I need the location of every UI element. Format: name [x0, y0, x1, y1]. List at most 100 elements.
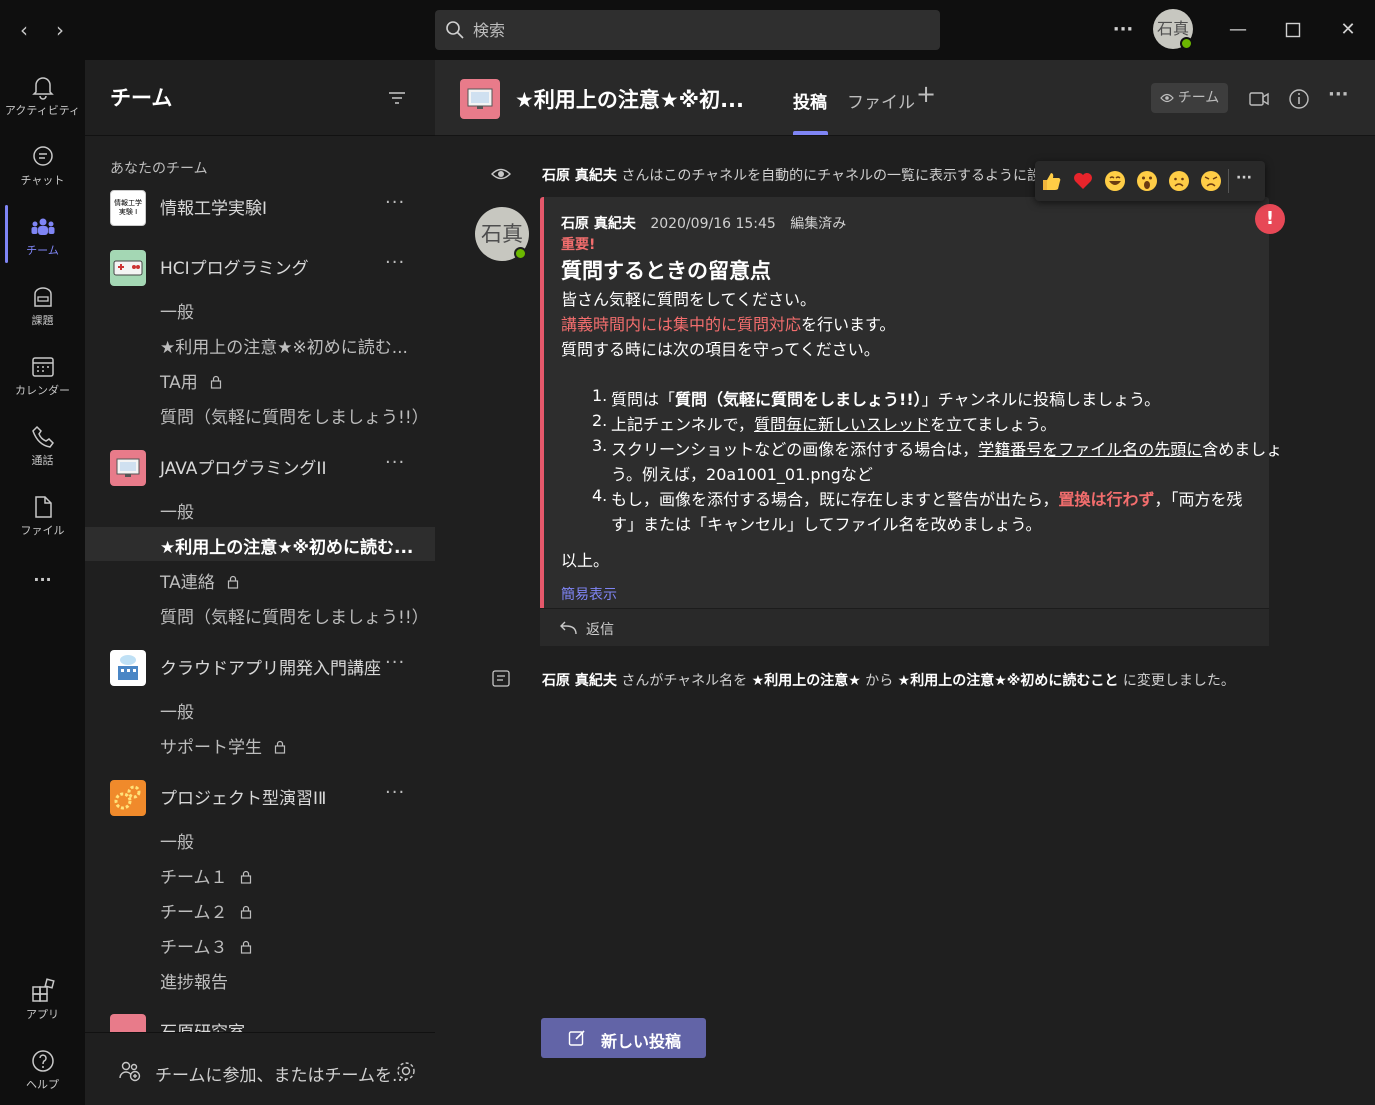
- list-item: スクリーンショットなどの画像を添付する場合は，学籍番号をファイル名の先頭に含めま…: [611, 436, 1282, 460]
- team-more-options-button[interactable]: ···: [385, 252, 405, 273]
- channel-item[interactable]: 一般: [85, 822, 435, 856]
- meet-video-icon[interactable]: [1248, 88, 1270, 110]
- gear-icon[interactable]: [395, 1060, 417, 1082]
- rail-item-help[interactable]: ヘルプ: [0, 1040, 85, 1105]
- message-card[interactable]: 石原 真紀夫 2020/09/16 15:45 編集済み 重要! 質問するときの…: [540, 197, 1282, 608]
- search-input[interactable]: [473, 10, 923, 50]
- rail-item-files[interactable]: ファイル: [0, 486, 85, 552]
- tab-files[interactable]: ファイル: [847, 88, 915, 113]
- system-message-text: から: [860, 673, 898, 689]
- channel-item-selected[interactable]: ★利用上の注意★※初めに読む...: [85, 527, 435, 561]
- main-pane: ★利用上の注意★※初... 投稿 ファイル + チーム ··· 石原 真紀夫 さ…: [435, 60, 1375, 1105]
- team-name: 石原研究室: [160, 1018, 245, 1032]
- channel-team-thumbnail: [460, 79, 500, 119]
- laugh-reaction-icon[interactable]: [1104, 170, 1126, 192]
- underlined-text: 質問毎に新しいスレッド: [754, 415, 931, 434]
- important-badge-icon: !: [1255, 204, 1285, 234]
- channel-item[interactable]: チーム２: [85, 892, 435, 926]
- team-visibility-chip[interactable]: チーム: [1151, 83, 1228, 113]
- search-icon: [446, 21, 464, 39]
- channel-item[interactable]: TA用: [85, 362, 435, 396]
- channel-name: 質問（気軽に質問をしましょう!!）: [160, 608, 429, 628]
- angry-reaction-icon[interactable]: [1200, 170, 1222, 192]
- rail-item-activity[interactable]: アクティビティ: [0, 66, 85, 132]
- channel-item[interactable]: 一般: [85, 692, 435, 726]
- minimize-button[interactable]: —: [1222, 14, 1254, 46]
- reply-bar[interactable]: 返信: [540, 608, 1269, 646]
- join-create-team-bar[interactable]: チームに参加、またはチームを...: [85, 1032, 435, 1105]
- channel-header: ★利用上の注意★※初... 投稿 ファイル + チーム ···: [435, 60, 1375, 136]
- channel-item[interactable]: 質問（気軽に質問をしましょう!!）: [85, 597, 435, 631]
- channel-item[interactable]: 一般: [85, 292, 435, 326]
- close-window-button[interactable]: ✕: [1332, 14, 1364, 46]
- lock-icon: [210, 375, 221, 389]
- team-item[interactable]: JAVAプログラミングII ···: [85, 446, 435, 490]
- message-timestamp: 2020/09/16 15:45: [650, 216, 776, 232]
- message-text: を立てましょう。: [930, 415, 1057, 434]
- team-more-options-button[interactable]: ···: [385, 192, 405, 213]
- rail-label: チーム: [26, 244, 59, 257]
- message-line: 質問する時には次の項目を守ってください。: [561, 340, 880, 359]
- message-closing: 以上。: [561, 551, 610, 570]
- see-less-link[interactable]: 簡易表示: [561, 584, 617, 604]
- channel-item[interactable]: ★利用上の注意★※初めに読む...: [85, 327, 435, 361]
- team-thumbnail: 情報工学 実験 I: [110, 190, 146, 226]
- rail-item-calls[interactable]: 通話: [0, 416, 85, 482]
- info-icon[interactable]: [1288, 88, 1310, 110]
- channel-more-options-button[interactable]: ···: [1328, 84, 1349, 105]
- new-post-button[interactable]: 新しい投稿: [541, 1018, 706, 1058]
- rail-label: 通話: [31, 454, 54, 467]
- list-number: 3.: [592, 436, 608, 455]
- channel-item[interactable]: 一般: [85, 492, 435, 526]
- assignments-icon: [33, 287, 52, 307]
- team-more-options-button[interactable]: ···: [385, 782, 405, 803]
- your-teams-heading: あなたのチーム: [110, 161, 208, 177]
- team-thumbnail: [110, 1014, 146, 1032]
- active-tab-indicator: [793, 131, 828, 135]
- channel-item[interactable]: チーム１: [85, 857, 435, 891]
- bold-text: 質問（気軽に質問をしましょう!!）: [675, 390, 922, 409]
- join-team-icon: [119, 1061, 141, 1082]
- rail-label: ヘルプ: [26, 1078, 59, 1091]
- heart-reaction-icon[interactable]: [1072, 170, 1094, 192]
- rail-item-calendar[interactable]: カレンダー: [0, 346, 85, 412]
- rail-item-chat[interactable]: チャット: [0, 136, 85, 202]
- team-item[interactable]: クラウドアプリ開発入門講座 ···: [85, 646, 435, 690]
- channel-item[interactable]: 質問（気軽に質問をしましょう!!）: [85, 397, 435, 431]
- sad-reaction-icon[interactable]: [1168, 170, 1190, 192]
- eye-icon: [1159, 93, 1174, 103]
- like-reaction-icon[interactable]: [1040, 170, 1062, 192]
- rail-more-apps-button[interactable]: ···: [0, 570, 85, 589]
- team-item[interactable]: HCIプログラミング ···: [85, 246, 435, 290]
- back-arrow-icon[interactable]: ‹: [14, 18, 34, 42]
- channel-item[interactable]: サポート学生: [85, 727, 435, 761]
- lock-icon: [227, 575, 238, 589]
- maximize-button[interactable]: [1277, 14, 1309, 46]
- team-more-options-button[interactable]: ···: [385, 652, 405, 673]
- team-thumbnail: [110, 450, 146, 486]
- channel-name: チーム１: [160, 868, 228, 888]
- channel-item[interactable]: チーム３: [85, 927, 435, 961]
- team-item[interactable]: 情報工学 実験 I 情報工学実験I ···: [85, 186, 435, 230]
- lock-icon: [240, 940, 251, 954]
- list-item: 質問は「質問（気軽に質問をしましょう!!）」チャンネルに投稿しましょう。: [611, 386, 1160, 410]
- message-more-options-button[interactable]: ···: [1236, 170, 1252, 186]
- filter-icon[interactable]: [385, 86, 409, 110]
- rail-item-assignments[interactable]: 課題: [0, 276, 85, 342]
- highlighted-text: 置換は行わず: [1058, 490, 1155, 509]
- channel-item[interactable]: TA連絡: [85, 562, 435, 596]
- rail-item-teams[interactable]: チーム: [0, 206, 85, 272]
- settings-more-button[interactable]: ···: [1107, 14, 1139, 46]
- tab-posts[interactable]: 投稿: [793, 88, 827, 113]
- team-item[interactable]: プロジェクト型演習ⅠⅡ ···: [85, 776, 435, 820]
- surprised-reaction-icon[interactable]: [1136, 170, 1158, 192]
- search-box[interactable]: [435, 10, 940, 50]
- channel-item[interactable]: 進捗報告: [85, 962, 435, 996]
- forward-arrow-icon[interactable]: ›: [50, 18, 70, 42]
- add-tab-button[interactable]: +: [916, 80, 936, 108]
- rail-item-apps[interactable]: アプリ: [0, 970, 85, 1036]
- message-text: ，「両方を残: [1154, 490, 1243, 509]
- channel-name: 一般: [160, 703, 194, 723]
- team-more-options-button[interactable]: ···: [385, 452, 405, 473]
- team-item[interactable]: 石原研究室: [85, 1010, 435, 1032]
